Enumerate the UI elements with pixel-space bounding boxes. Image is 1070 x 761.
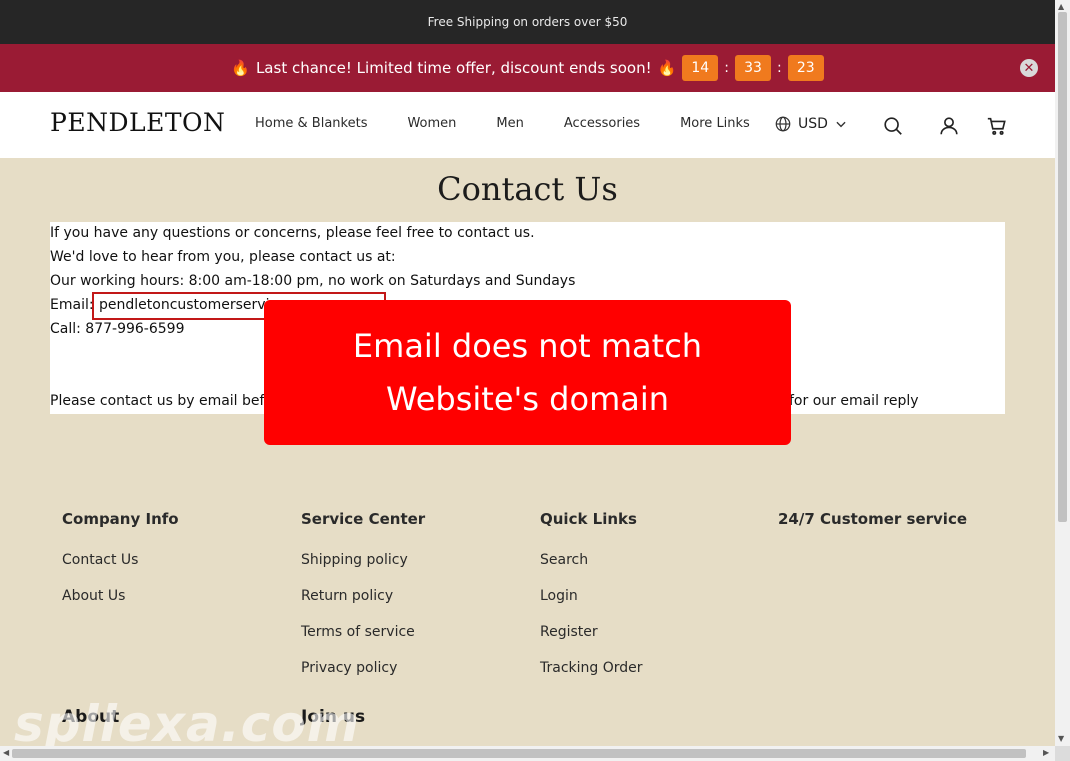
countdown-separator: :: [777, 60, 782, 76]
contact-invite: We'd love to hear from you, please conta…: [50, 249, 396, 265]
scroll-right-arrow-icon[interactable]: ▶: [1043, 748, 1049, 757]
footer-link-about-us[interactable]: About Us: [62, 588, 292, 608]
site-logo[interactable]: PENDLETON: [50, 108, 225, 137]
cart-icon[interactable]: [986, 115, 1008, 137]
nav-more-links[interactable]: More Links: [680, 116, 750, 131]
horizontal-scroll-thumb[interactable]: [12, 749, 1026, 758]
phone-number: Call: 877-996-6599: [50, 321, 185, 337]
email-note-end: for our email reply: [789, 393, 919, 409]
nav-home-blankets[interactable]: Home & Blankets: [255, 116, 367, 131]
globe-icon: [775, 116, 791, 132]
horizontal-scrollbar[interactable]: ◀ ▶: [0, 746, 1055, 761]
promo-text: Last chance! Limited time offer, discoun…: [255, 59, 652, 77]
footer-link-shipping-policy[interactable]: Shipping policy: [301, 552, 531, 572]
countdown-minutes: 33: [735, 55, 772, 81]
contact-intro: If you have any questions or concerns, p…: [50, 225, 535, 241]
close-promo-icon[interactable]: ✕: [1020, 59, 1038, 77]
watermark: spllexa.com: [14, 695, 360, 753]
vertical-scrollbar[interactable]: ▲ ▼: [1055, 0, 1070, 746]
footer-link-search[interactable]: Search: [540, 552, 770, 572]
countdown-hours: 14: [682, 55, 719, 81]
chevron-down-icon: [836, 121, 846, 128]
footer-quick-links: Quick Links Search Login Register Tracki…: [540, 510, 770, 696]
footer-service-center: Service Center Shipping policy Return po…: [301, 510, 531, 696]
domain-warning-banner: Email does not match Website's domain: [264, 300, 791, 445]
footer-heading: Company Info: [62, 510, 179, 528]
promo-countdown-bar: 🔥 Last chance! Limited time offer, disco…: [0, 44, 1055, 92]
footer-link-register[interactable]: Register: [540, 624, 770, 644]
nav-men[interactable]: Men: [496, 116, 523, 131]
scrollbar-corner: [1055, 746, 1070, 761]
footer-link-privacy-policy[interactable]: Privacy policy: [301, 660, 531, 680]
countdown-separator: :: [724, 60, 730, 76]
nav-accessories[interactable]: Accessories: [564, 116, 640, 131]
footer-link-tracking-order[interactable]: Tracking Order: [540, 660, 770, 680]
main-nav: Home & Blankets Women Men Accessories Mo…: [255, 116, 750, 131]
search-icon[interactable]: [882, 115, 904, 137]
countdown-seconds: 23: [787, 55, 824, 81]
scroll-down-arrow-icon[interactable]: ▼: [1058, 734, 1064, 743]
footer-link-return-policy[interactable]: Return policy: [301, 588, 531, 608]
footer-customer-service: 24/7 Customer service: [778, 510, 1008, 552]
footer-heading: 24/7 Customer service: [778, 510, 968, 528]
scroll-up-arrow-icon[interactable]: ▲: [1058, 2, 1064, 11]
site-header: PENDLETON Home & Blankets Women Men Acce…: [0, 92, 1055, 158]
footer-link-login[interactable]: Login: [540, 588, 770, 608]
footer-company-info: Company Info Contact Us About Us: [62, 510, 292, 624]
flame-icon: 🔥: [657, 59, 677, 77]
footer-heading: Quick Links: [540, 510, 637, 528]
shipping-announcement-bar: Free Shipping on orders over $50: [0, 0, 1055, 44]
footer-link-contact-us[interactable]: Contact Us: [62, 552, 292, 572]
domain-warning-text: Email does not match Website's domain: [352, 326, 703, 418]
email-label: Email:: [50, 297, 94, 313]
flame-icon: 🔥: [231, 59, 250, 77]
currency-label: USD: [798, 116, 828, 132]
account-icon[interactable]: [938, 115, 960, 137]
nav-women[interactable]: Women: [407, 116, 456, 131]
page-title: Contact Us: [437, 170, 618, 208]
shipping-announcement-text: Free Shipping on orders over $50: [427, 15, 628, 29]
email-note-start: Please contact us by email befor: [50, 393, 279, 409]
working-hours: Our working hours: 8:00 am-18:00 pm, no …: [50, 273, 576, 289]
scroll-left-arrow-icon[interactable]: ◀: [3, 748, 9, 757]
footer-link-terms-of-service[interactable]: Terms of service: [301, 624, 531, 644]
footer-heading: Service Center: [301, 510, 426, 528]
vertical-scroll-thumb[interactable]: [1058, 12, 1067, 522]
currency-selector[interactable]: USD: [774, 115, 848, 133]
